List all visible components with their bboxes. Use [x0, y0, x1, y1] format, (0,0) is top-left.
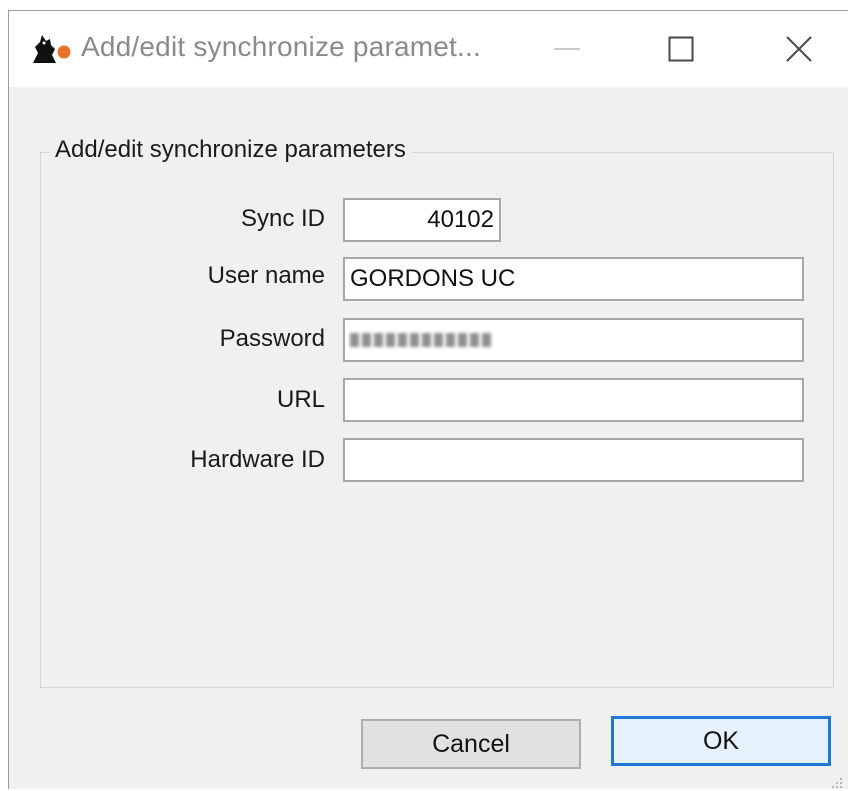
sync-id-label: Sync ID [240, 205, 325, 232]
ok-button[interactable]: OK [611, 716, 831, 766]
sync-id-value: 40102 [427, 206, 494, 233]
minimize-icon [554, 48, 580, 50]
close-button[interactable] [771, 27, 827, 71]
hardware-id-field[interactable] [343, 438, 804, 482]
window-title: Add/edit synchronize paramet... [81, 31, 481, 62]
app-logo-icon [33, 35, 71, 63]
maximize-icon [668, 36, 694, 62]
password-masked-value [350, 333, 491, 347]
hardware-id-label: Hardware ID [190, 446, 325, 473]
maximize-button[interactable] [653, 27, 709, 71]
minimize-button[interactable] [539, 27, 595, 71]
password-field[interactable] [343, 318, 804, 362]
group-legend: Add/edit synchronize parameters [49, 136, 412, 164]
title-bar[interactable]: Add/edit synchronize paramet... [9, 11, 848, 87]
url-field[interactable] [343, 378, 804, 422]
user-name-field[interactable]: GORDONS UC [343, 257, 804, 301]
user-name-value: GORDONS UC [350, 265, 516, 292]
cancel-button[interactable]: Cancel [361, 719, 581, 769]
sync-id-field[interactable]: 40102 [343, 198, 501, 242]
user-name-label: User name [207, 262, 325, 289]
dialog-window: Add/edit synchronize paramet... Add/edit… [8, 10, 848, 789]
close-icon [786, 36, 812, 62]
url-label: URL [276, 386, 325, 413]
password-label: Password [219, 325, 325, 352]
